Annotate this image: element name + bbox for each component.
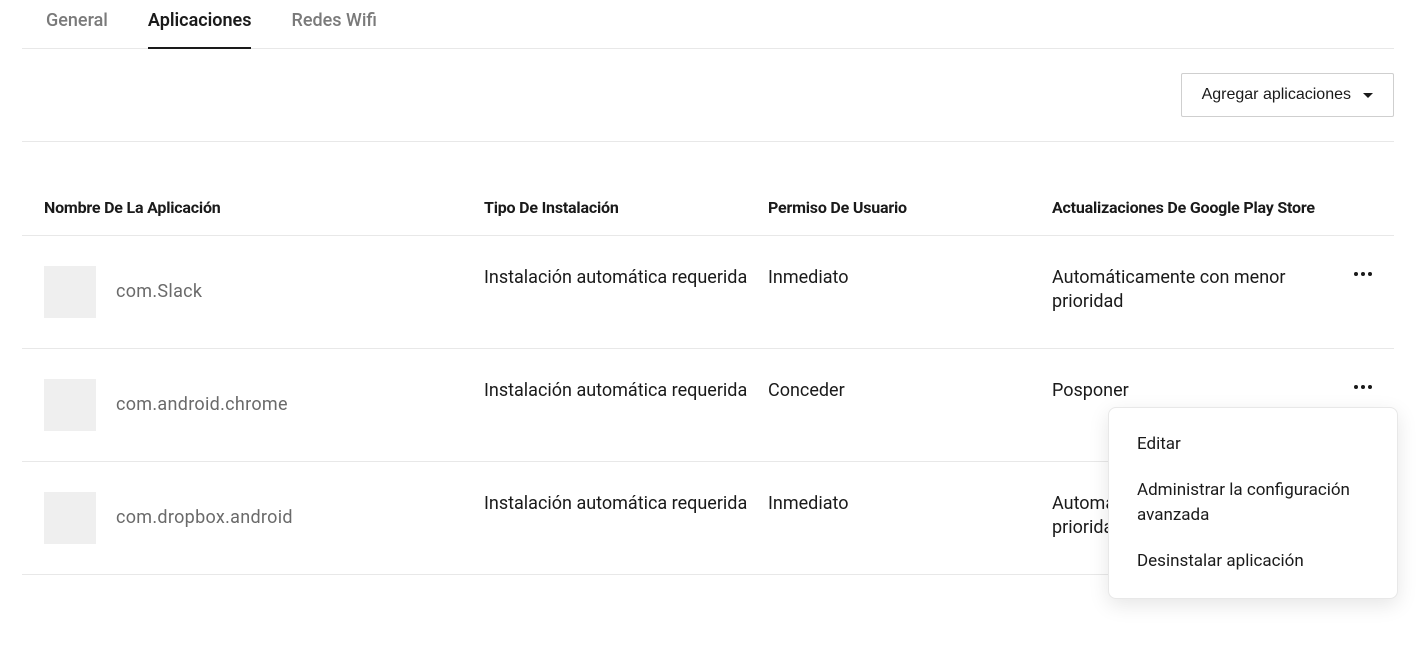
app-icon	[44, 266, 96, 318]
app-package-name: com.Slack	[116, 280, 202, 304]
cell-user-permission: Inmediato	[768, 492, 1052, 516]
cell-user-permission: Inmediato	[768, 266, 1052, 290]
tab-bar: General Aplicaciones Redes Wifi	[22, 0, 1394, 49]
table-header: Nombre De La Aplicación Tipo De Instalac…	[22, 142, 1394, 236]
add-applications-label: Agregar aplicaciones	[1202, 86, 1351, 104]
tab-aplicaciones[interactable]: Aplicaciones	[148, 0, 252, 49]
cell-install-type: Instalación automática requerida	[484, 266, 768, 290]
dots-icon	[1354, 272, 1358, 276]
toolbar: Agregar aplicaciones	[22, 49, 1394, 142]
cell-user-permission: Conceder	[768, 379, 1052, 403]
app-package-name: com.android.chrome	[116, 393, 288, 417]
menu-uninstall[interactable]: Desinstalar aplicación	[1109, 539, 1397, 585]
dots-icon	[1354, 385, 1358, 389]
app-icon	[44, 379, 96, 431]
menu-edit[interactable]: Editar	[1109, 422, 1397, 468]
tab-redes-wifi[interactable]: Redes Wifi	[291, 0, 376, 49]
menu-advanced-config[interactable]: Administrar la configuración avanzada	[1109, 468, 1397, 539]
table-row: com.android.chrome Instalación automátic…	[22, 349, 1394, 462]
cell-play-updates: Posponer	[1052, 379, 1332, 403]
applications-table: Nombre De La Aplicación Tipo De Instalac…	[22, 142, 1394, 575]
table-row: com.Slack Instalación automática requeri…	[22, 236, 1394, 349]
row-actions-button[interactable]	[1354, 266, 1372, 282]
app-package-name: com.dropbox.android	[116, 506, 293, 530]
app-icon	[44, 492, 96, 544]
header-play-updates: Actualizaciones De Google Play Store	[1052, 198, 1332, 217]
cell-install-type: Instalación automática requerida	[484, 379, 768, 403]
header-actions	[1332, 198, 1372, 217]
header-user-permission: Permiso De Usuario	[768, 198, 1052, 217]
header-app-name: Nombre De La Aplicación	[44, 198, 484, 217]
tab-general[interactable]: General	[46, 0, 108, 49]
header-install-type: Tipo De Instalación	[484, 198, 768, 217]
row-actions-button[interactable]	[1354, 379, 1372, 395]
cell-play-updates: Automáticamente con menor prioridad	[1052, 266, 1332, 315]
add-applications-button[interactable]: Agregar aplicaciones	[1181, 73, 1394, 117]
cell-install-type: Instalación automática requerida	[484, 492, 768, 516]
caret-down-icon	[1363, 93, 1373, 98]
row-actions-menu: Editar Administrar la configuración avan…	[1108, 407, 1398, 599]
